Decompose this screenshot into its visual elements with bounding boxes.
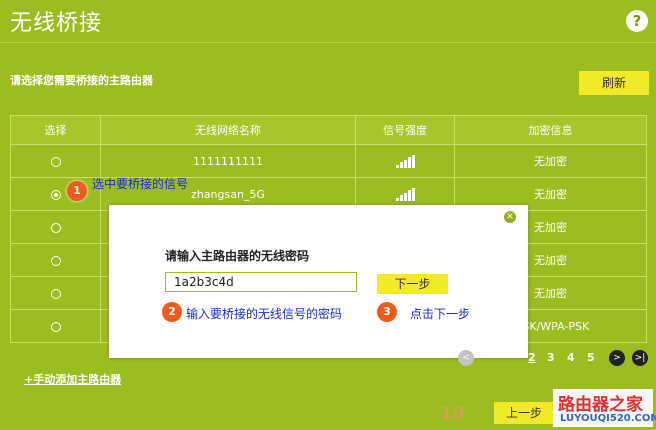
select-cell: [10, 276, 101, 310]
select-cell: [10, 210, 101, 244]
ssid-cell: 1111111111: [100, 144, 356, 178]
page-4-link[interactable]: 4: [567, 351, 575, 364]
add-router-manually-link[interactable]: +手动添加主路由器: [24, 371, 121, 387]
select-radio[interactable]: [50, 255, 61, 266]
select-cell: [10, 309, 101, 343]
watermark-number: 19: [440, 403, 466, 424]
page-next-button[interactable]: >: [609, 350, 625, 366]
page-last-button[interactable]: >|: [632, 350, 648, 366]
page-prev-button[interactable]: <: [458, 350, 474, 366]
signal-cell: [355, 144, 455, 178]
select-radio[interactable]: [50, 288, 61, 299]
refresh-button[interactable]: 刷新: [579, 71, 649, 95]
instruction-text: 请选择您需要桥接的主路由器: [10, 74, 153, 87]
watermark-text-cn: 路由器之家: [558, 395, 643, 415]
select-cell: [10, 144, 101, 178]
step-1-note: 选中要桥接的信号: [92, 177, 189, 191]
close-icon[interactable]: ×: [504, 211, 516, 223]
col-header-select: 选择: [10, 115, 101, 145]
signal-strength-icon: [395, 187, 415, 201]
password-input[interactable]: [165, 272, 357, 292]
page-title: 无线桥接: [10, 11, 103, 36]
watermark-text-en: LUYOUQI520.COM: [560, 413, 656, 424]
step-1-marker: 1: [67, 181, 87, 201]
dialog-title: 请输入主路由器的无线密码: [165, 249, 310, 263]
select-radio[interactable]: [50, 321, 61, 332]
header-divider: [0, 42, 656, 43]
select-radio[interactable]: [50, 189, 61, 200]
step-2-marker: 2: [162, 302, 182, 322]
col-header-encryption: 加密信息: [454, 115, 647, 145]
next-step-button[interactable]: 下一步: [377, 274, 448, 294]
col-header-ssid: 无线网络名称: [100, 115, 356, 145]
select-cell: [10, 243, 101, 277]
select-radio[interactable]: [50, 156, 61, 167]
signal-strength-icon: [395, 154, 415, 168]
select-cell: [10, 177, 101, 211]
page-2-link[interactable]: 2: [528, 351, 536, 364]
step-2-note: 输入要桥接的无线信号的密码: [186, 307, 343, 321]
step-3-marker: 3: [377, 302, 397, 322]
encryption-cell: 无加密: [454, 144, 647, 178]
previous-step-button[interactable]: 上一步: [494, 402, 554, 424]
col-header-signal: 信号强度: [355, 115, 455, 145]
page-3-link[interactable]: 3: [547, 351, 555, 364]
step-3-note: 点击下一步: [410, 307, 471, 321]
page-5-link[interactable]: 5: [587, 351, 595, 364]
help-icon[interactable]: ?: [626, 10, 648, 32]
select-radio[interactable]: [50, 222, 61, 233]
table-row[interactable]: 1111111111 无加密: [10, 144, 647, 178]
table-header-row: 选择 无线网络名称 信号强度 加密信息: [10, 115, 647, 145]
